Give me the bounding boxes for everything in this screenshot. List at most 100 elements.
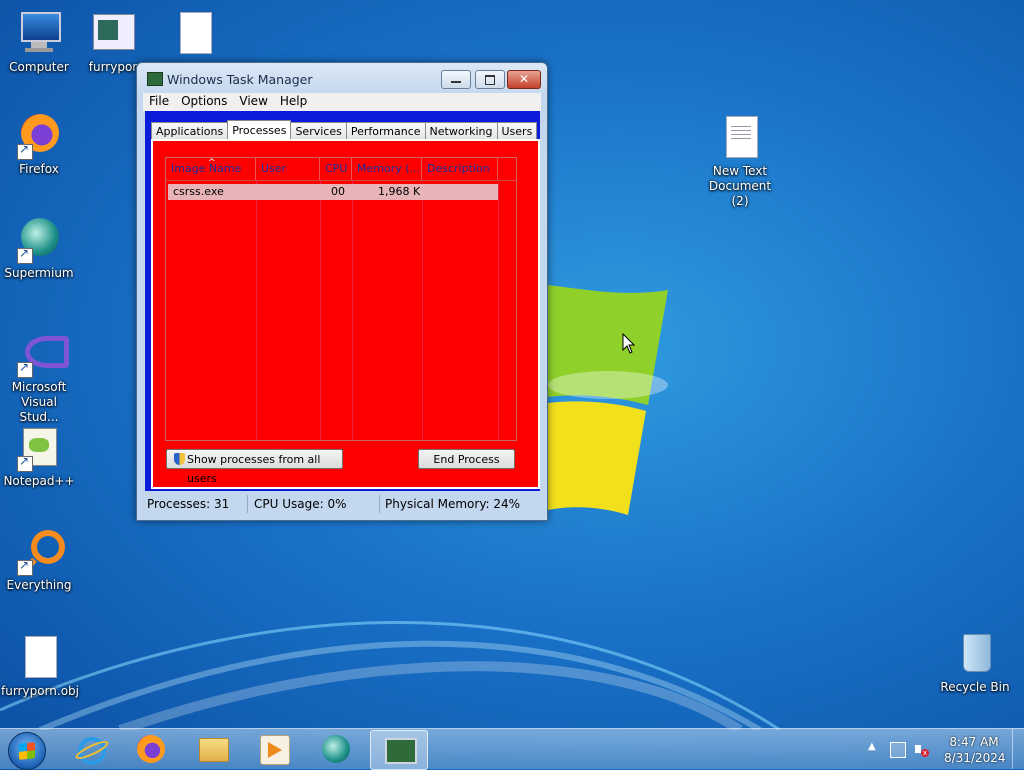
desktop-icon-visual-studio[interactable]: Microsoft Visual Stud... [1, 330, 77, 425]
menu-file[interactable]: File [143, 93, 175, 109]
cell-memory: 1,968 K [378, 185, 421, 198]
window-client-area: Applications Processes Services Performance… [145, 111, 540, 491]
visual-studio-icon [15, 330, 69, 378]
desktop-icon-label: Computer [9, 60, 69, 74]
processes-panel: ^ Image Name User Name CPU Memory (... D… [151, 139, 540, 489]
desktop-icon-supermium[interactable]: Supermium [1, 216, 77, 281]
task-manager-window[interactable]: Windows Task Manager ✕ File Options View He… [136, 62, 548, 521]
cell-cpu: 00 [331, 185, 345, 198]
column-divider [498, 180, 499, 440]
menu-view[interactable]: View [233, 93, 273, 109]
column-header-memory[interactable]: Memory (... [352, 158, 422, 180]
desktop-icon-label: Microsoft Visual Stud... [11, 380, 67, 424]
task-manager-icon [385, 738, 417, 764]
blank-file-icon [15, 634, 63, 682]
show-all-processes-button[interactable]: Show processes from all users [166, 449, 343, 485]
system-clock[interactable]: 8:47 AM 8/31/2024 [944, 734, 1006, 766]
process-list-header: ^ Image Name User Name CPU Memory (... D… [166, 158, 516, 197]
volume-muted-icon[interactable]: x [914, 742, 929, 757]
tab-applications[interactable]: Applications [151, 122, 229, 140]
column-header-description[interactable]: Description [422, 158, 498, 180]
internet-explorer-icon [73, 735, 111, 765]
table-row[interactable]: csrss.exe 00 1,968 K [168, 184, 498, 200]
uac-shield-icon [174, 453, 185, 465]
status-cpu-usage: CPU Usage: 0% [254, 497, 347, 511]
column-divider [352, 180, 353, 440]
header-scroll-stub [497, 158, 516, 180]
end-process-button[interactable]: End Process [418, 449, 515, 469]
column-divider [422, 180, 423, 440]
notepadpp-icon [15, 424, 63, 472]
tab-networking[interactable]: Networking [424, 122, 498, 140]
start-button[interactable] [8, 732, 46, 770]
taskbar-firefox[interactable] [123, 730, 179, 768]
desktop-icon-label: Firefox [19, 162, 59, 176]
desktop-icon-blank-file[interactable] [156, 10, 232, 60]
windows-logo-wallpaper [548, 285, 668, 515]
menu-help[interactable]: Help [274, 93, 313, 109]
cell-image-name: csrss.exe [173, 185, 224, 198]
menu-options[interactable]: Options [175, 93, 233, 109]
desktop-icon-label: Notepad++ [3, 474, 75, 488]
tab-performance[interactable]: Performance [345, 122, 426, 140]
desktop-icon-label: furryporn.obj [1, 684, 79, 698]
desktop-icon-label: Recycle Bin [940, 680, 1010, 694]
column-divider [256, 180, 257, 440]
desktop-icon-everything[interactable]: Everything [1, 528, 77, 593]
taskbar-supermium[interactable] [308, 730, 364, 768]
title-bar[interactable]: Windows Task Manager ✕ [137, 63, 547, 93]
taskbar: ▲ x 8:47 AM 8/31/2024 [0, 728, 1024, 770]
desktop-icon-firefox[interactable]: Firefox [1, 112, 77, 177]
sort-ascending-icon: ^ [208, 158, 216, 168]
column-divider [320, 180, 321, 440]
desktop-icon-label: Everything [6, 578, 72, 592]
supermium-icon [322, 735, 350, 763]
blank-file-icon [170, 10, 218, 58]
close-button[interactable]: ✕ [507, 70, 541, 89]
status-bar: Processes: 31 CPU Usage: 0% Physical Mem… [143, 493, 541, 515]
firefox-icon [137, 735, 165, 763]
status-processes: Processes: 31 [147, 497, 230, 511]
computer-icon [15, 10, 63, 58]
desktop-icon-notepadpp[interactable]: Notepad++ [1, 424, 77, 489]
document-thumbnail-icon [89, 10, 137, 58]
taskbar-internet-explorer[interactable] [62, 730, 118, 768]
media-player-icon [260, 735, 290, 765]
desktop-icon-recycle-bin[interactable]: Recycle Bin [937, 630, 1013, 695]
tab-services[interactable]: Services [290, 122, 347, 140]
taskbar-task-manager[interactable] [370, 730, 428, 770]
show-desktop-button[interactable] [1012, 729, 1024, 769]
everything-search-icon [15, 528, 65, 576]
clock-time: 8:47 AM [949, 735, 999, 749]
minimize-button[interactable] [441, 70, 471, 89]
mouse-cursor-icon [622, 333, 636, 354]
menu-bar: File Options View Help [143, 93, 541, 111]
taskbar-file-explorer[interactable] [185, 730, 241, 768]
show-hidden-icons-chevron-icon[interactable]: ▲ [868, 741, 882, 755]
desktop-icon-new-text-document[interactable]: New Text Document (2) [702, 114, 778, 209]
recycle-bin-icon [951, 630, 999, 678]
process-list[interactable]: ^ Image Name User Name CPU Memory (... D… [165, 157, 517, 441]
clock-date: 8/31/2024 [944, 751, 1006, 765]
desktop-icon-label: Supermium [4, 266, 74, 280]
wallpaper-swoosh [0, 621, 781, 730]
status-physical-memory: Physical Memory: 24% [385, 497, 521, 511]
firefox-icon [15, 112, 63, 160]
desktop-icon-computer[interactable]: Computer [1, 10, 77, 75]
desktop-icon-label: New Text Document (2) [708, 164, 772, 208]
maximize-button[interactable] [475, 70, 505, 89]
supermium-icon [15, 216, 63, 264]
taskbar-media-player[interactable] [246, 730, 302, 768]
tab-users[interactable]: Users [496, 122, 538, 140]
column-header-user-name[interactable]: User Name [256, 158, 320, 197]
column-header-cpu[interactable]: CPU [320, 158, 352, 180]
window-title: Windows Task Manager [167, 72, 313, 87]
tab-processes[interactable]: Processes [227, 120, 292, 141]
text-document-icon [716, 114, 764, 162]
tab-strip: Applications Processes Services Performance… [151, 119, 538, 141]
desktop-icon-furryporn-obj[interactable]: furryporn.obj [1, 634, 79, 699]
folder-icon [199, 738, 229, 762]
task-manager-icon [147, 72, 163, 86]
column-header-image-name[interactable]: ^ Image Name [166, 158, 256, 180]
network-icon[interactable] [890, 742, 906, 758]
